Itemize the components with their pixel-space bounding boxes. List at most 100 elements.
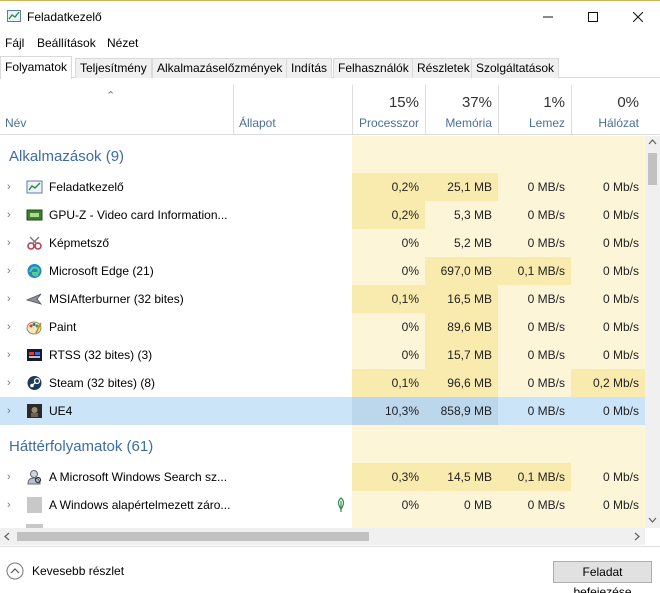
chevron-right-icon[interactable]: › (7, 471, 17, 483)
less-details-label: Kevesebb részlet (32, 564, 125, 578)
menu-settings[interactable]: Beállítások (37, 36, 96, 50)
column-header: ⌃ Név Állapot 15% Processzor 37% Memória… (0, 85, 660, 135)
tab-details[interactable]: Részletek (412, 58, 475, 78)
network-cell: 0 Mb/s (602, 404, 639, 418)
network-cell: 0 Mb/s (602, 498, 639, 512)
process-name: Steam (32 bites) (8) (49, 376, 156, 390)
table-row[interactable]: › RTSS (32 bites) (3) 0% 15,7 MB 0 MB/s … (0, 341, 645, 369)
table-row[interactable]: › MSIAfterburner (32 bites) 0,1% 16,5 MB… (0, 285, 645, 313)
scroll-right-icon[interactable] (634, 532, 640, 541)
chevron-right-icon[interactable]: › (7, 237, 17, 249)
horizontal-scrollbar[interactable] (0, 528, 645, 545)
memory-cell: 858,9 MB (425, 397, 498, 425)
disk-cell: 0 MB/s (527, 292, 565, 306)
memory-cell: 5,2 MB (453, 236, 492, 250)
table-row[interactable]: › Képmetsző 0% 5,2 MB 0 MB/s 0 Mb/s (0, 229, 645, 257)
process-name: A Windows alapértelmezett záro... (49, 498, 231, 512)
lock-app-icon (27, 497, 42, 513)
chevron-right-icon[interactable]: › (7, 181, 17, 193)
tab-app-history[interactable]: Alkalmazáselőzmények (152, 58, 288, 78)
header-status-label: Állapot (239, 116, 276, 130)
header-status[interactable]: Állapot (233, 85, 352, 135)
network-cell: 0 Mb/s (602, 320, 639, 334)
table-row[interactable]: › Paint 0% 89,6 MB 0 MB/s 0 Mb/s (0, 313, 645, 341)
scroll-down-icon[interactable] (648, 517, 657, 523)
tab-startup[interactable]: Indítás (286, 58, 333, 78)
chevron-right-icon[interactable]: › (7, 377, 17, 389)
chevron-right-icon[interactable]: › (7, 265, 17, 277)
rtss-icon (27, 349, 42, 361)
header-name[interactable]: Név (0, 85, 233, 135)
scroll-up-icon[interactable] (648, 139, 657, 145)
network-cell: 0 Mb/s (602, 264, 639, 278)
vertical-scroll-thumb[interactable] (648, 153, 657, 185)
table-row[interactable]: › GPU-Z - Video card Information... 0,2%… (0, 201, 645, 229)
group-apps[interactable]: Alkalmazások (9) (9, 148, 124, 165)
group-background[interactable]: Háttérfolyamatok (61) (9, 438, 153, 455)
process-name: GPU-Z - Video card Information... (49, 208, 228, 222)
disk-cell: 0,1 MB/s (498, 463, 571, 491)
cpu-cell: 0,1% (352, 369, 425, 397)
disk-cell: 0 MB/s (527, 404, 565, 418)
disk-cell: 0 MB/s (527, 180, 565, 194)
vertical-scrollbar[interactable] (645, 136, 660, 528)
maximize-icon (588, 11, 598, 22)
network-cell: 0 Mb/s (602, 348, 639, 362)
cpu-cell: 0,2% (352, 173, 425, 201)
maximize-button[interactable] (570, 1, 616, 32)
menu-file[interactable]: Fájl (5, 36, 24, 50)
table-row-selected[interactable]: › UE4 10,3% 858,9 MB 0 MB/s 0 Mb/s (0, 397, 645, 425)
close-button[interactable] (615, 1, 660, 32)
process-name: A Microsoft Windows Search sz... (49, 470, 228, 484)
network-label: Hálózat (598, 116, 639, 130)
chevron-up-circle-icon (6, 562, 24, 580)
process-name: RTSS (32 bites) (3) (49, 348, 153, 362)
table-row[interactable]: › Steam (32 bites) (8) 0,1% 96,6 MB 0 MB… (0, 369, 645, 397)
minimize-button[interactable] (525, 1, 571, 32)
disk-cell: 0 MB/s (527, 376, 565, 390)
cpu-cell: 0% (401, 264, 419, 278)
snipping-tool-icon (27, 236, 42, 250)
cpu-label: Processzor (358, 116, 419, 130)
chevron-right-icon[interactable]: › (7, 405, 17, 417)
header-disk[interactable]: 1% Lemez (498, 85, 571, 135)
end-task-button[interactable]: Feladat befejezése (553, 561, 652, 593)
cpu-cell: 0,3% (352, 463, 425, 491)
tab-services[interactable]: Szolgáltatások (471, 58, 560, 78)
memory-cell: 0 MB (463, 498, 492, 512)
table-row[interactable]: › Microsoft Edge (21) 0% 697,0 MB 0,1 MB… (0, 257, 645, 285)
header-cpu[interactable]: 15% Processzor (352, 85, 425, 135)
chevron-right-icon[interactable]: › (7, 499, 17, 511)
chevron-right-icon[interactable]: › (7, 209, 17, 221)
chevron-right-icon[interactable]: › (7, 349, 17, 361)
tab-users[interactable]: Felhasználók (333, 58, 414, 78)
edge-icon (27, 264, 42, 278)
tab-performance[interactable]: Teljesítmény (75, 58, 152, 78)
disk-cell: 0,1 MB/s (498, 257, 571, 285)
table-row[interactable]: › A Windows alapértelmezett záro... 0% 0… (0, 491, 645, 519)
less-details-button[interactable]: Kevesebb részlet (5, 560, 155, 582)
network-cell: 0 Mb/s (602, 236, 639, 250)
footer: Kevesebb részlet Feladat befejezése (0, 546, 660, 593)
chevron-right-icon[interactable]: › (7, 321, 17, 333)
tab-processes[interactable]: Folyamatok (0, 56, 73, 79)
chevron-right-icon[interactable]: › (7, 293, 17, 305)
menu-view[interactable]: Nézet (107, 36, 138, 50)
disk-cell: 0 MB/s (527, 320, 565, 334)
horizontal-scroll-thumb[interactable] (17, 532, 369, 541)
table-row[interactable]: › A Microsoft Windows Search sz... 0,3% … (0, 463, 645, 491)
network-cell: 0 Mb/s (602, 208, 639, 222)
header-network[interactable]: 0% Hálózat (571, 85, 645, 135)
cpu-total: 15% (388, 94, 419, 111)
scroll-left-icon[interactable] (4, 532, 10, 541)
memory-cell: 96,6 MB (425, 369, 498, 397)
steam-icon (27, 376, 42, 390)
header-memory[interactable]: 37% Memória (425, 85, 498, 135)
table-row[interactable]: › Feladatkezelő 0,2% 25,1 MB 0 MB/s 0 Mb… (0, 173, 645, 201)
tab-bar: Folyamatok Teljesítmény Alkalmazáselőzmé… (0, 56, 660, 79)
disk-cell: 0 MB/s (527, 498, 565, 512)
memory-cell: 16,5 MB (425, 285, 498, 313)
cpu-cell: 0% (401, 498, 419, 512)
window-title: Feladatkezelő (27, 10, 102, 24)
process-name: UE4 (49, 404, 73, 418)
